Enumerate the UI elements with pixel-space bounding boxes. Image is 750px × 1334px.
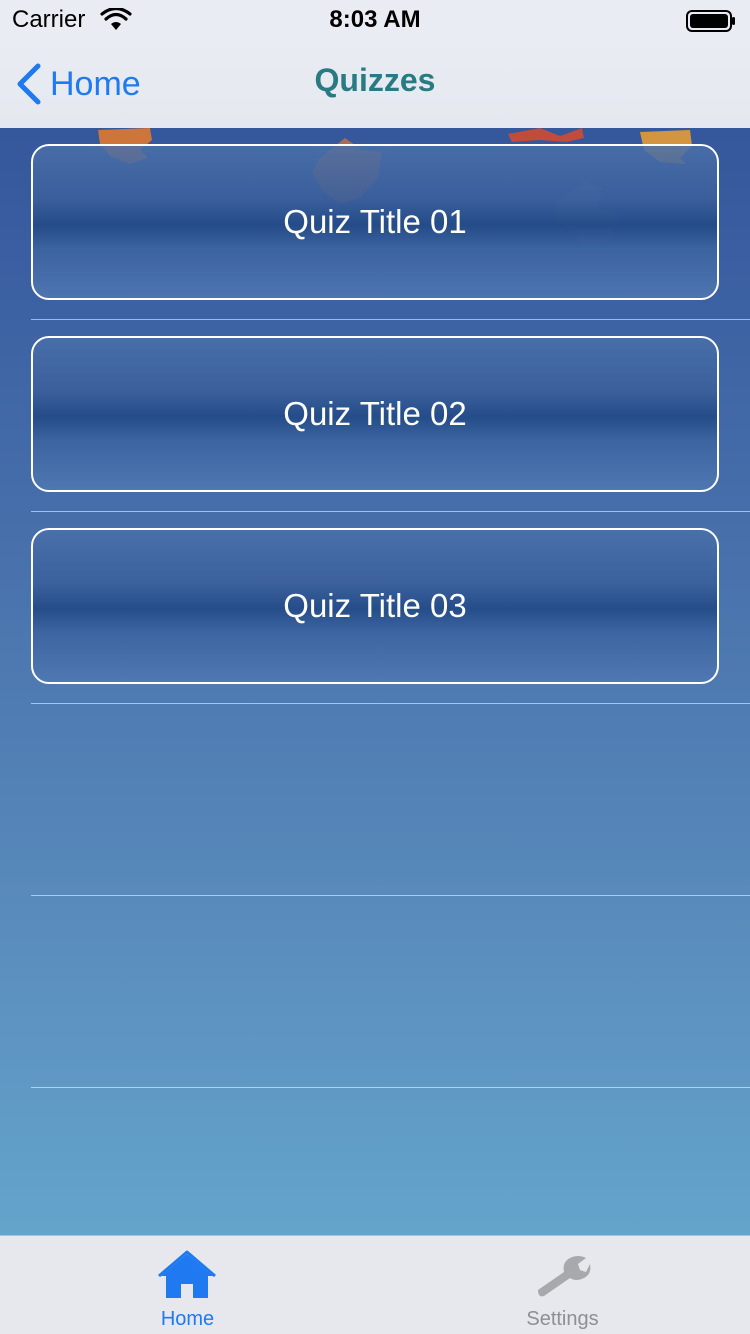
quiz-button-03[interactable]: Quiz Title 03 [31,528,719,684]
quiz-button-01[interactable]: Quiz Title 01 [31,144,719,300]
list-item: Quiz Title 01 [0,128,750,320]
status-time: 8:03 AM [329,6,421,33]
list-item: Quiz Title 02 [0,320,750,512]
quiz-button-02[interactable]: Quiz Title 02 [31,336,719,492]
home-icon [158,1250,216,1298]
list-item: Quiz Title 03 [0,512,750,704]
tab-home-label: Home [160,1308,215,1330]
tab-bar: Home Settings [0,1235,750,1334]
quizzes-screen: Carrier 8:03 AM Home Quizzes Quiz Title … [0,0,750,1334]
quiz-title: Quiz Title 03 [283,587,467,624]
quiz-list: Quiz Title 01 Quiz Title 02 Quiz Title 0… [0,128,750,1088]
battery-icon [686,10,735,32]
tab-settings[interactable]: Settings [375,1236,750,1334]
empty-list-row [0,896,750,1088]
status-bar: Carrier 8:03 AM [0,0,750,40]
row-separator [31,1087,750,1088]
wrench-icon [538,1256,591,1297]
empty-list-row [0,704,750,896]
quiz-title: Quiz Title 01 [283,203,467,240]
tab-settings-label: Settings [526,1308,599,1330]
page-title: Quizzes [314,62,436,98]
tab-home[interactable]: Home [0,1236,375,1334]
quiz-title: Quiz Title 02 [283,395,467,432]
navigation-bar: Home Quizzes [0,40,750,128]
